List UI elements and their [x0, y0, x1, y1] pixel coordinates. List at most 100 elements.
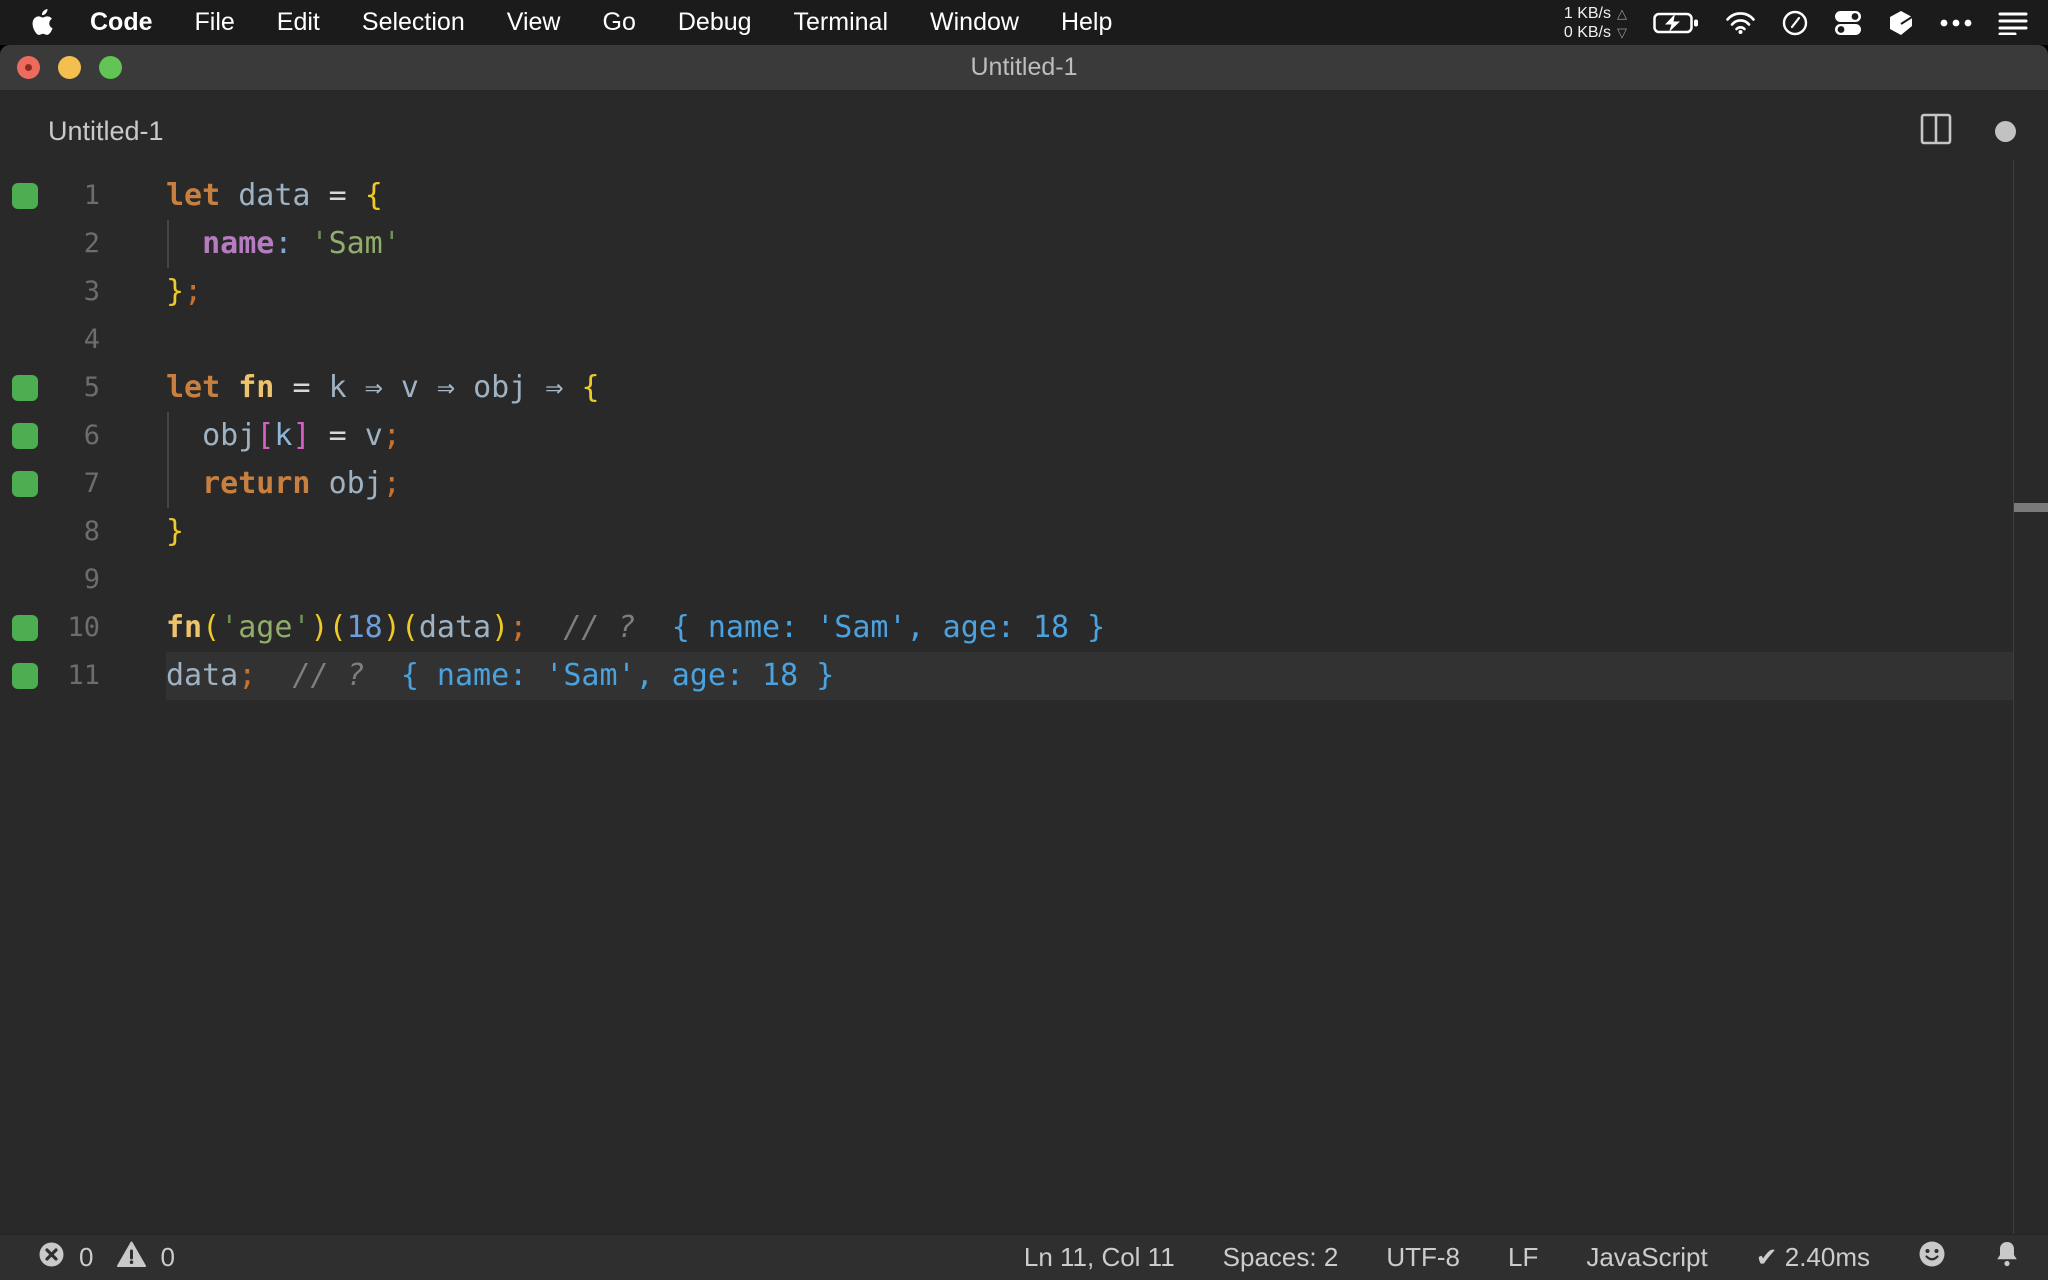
token: // ? [292, 658, 365, 693]
cube-icon[interactable] [1888, 10, 1914, 36]
network-down-label: 0 KB/s [1563, 23, 1611, 41]
battery-charging-icon[interactable] [1653, 11, 1699, 35]
token: { [364, 178, 383, 213]
code-text: } [166, 508, 184, 556]
indentation-setting[interactable]: Spaces: 2 [1223, 1242, 1339, 1273]
apple-icon[interactable] [30, 8, 56, 36]
code-line-1[interactable]: 1 let data = { [0, 172, 2048, 220]
window-title-bar[interactable]: Untitled-1 [0, 45, 2048, 90]
editor-window: Untitled-1 Untitled-1 1 let data = {2 nam… [0, 45, 2048, 1280]
token: } [166, 514, 185, 549]
wifi-icon[interactable] [1725, 11, 1756, 35]
encoding-setting[interactable]: UTF-8 [1386, 1242, 1460, 1273]
unsaved-changes-indicator[interactable] [1995, 120, 2016, 142]
menu-item-help[interactable]: Help [1061, 8, 1112, 37]
feedback-smiley-icon[interactable] [1918, 1240, 1946, 1275]
code-line-3[interactable]: 3}; [0, 268, 2048, 316]
editor-header-actions [1919, 112, 2048, 151]
token: ) [310, 610, 329, 645]
gutter-spacer [12, 231, 38, 257]
line-number: 7 [83, 468, 100, 499]
quokka-perf[interactable]: ✔ 2.40ms [1756, 1242, 1870, 1273]
code-line-2[interactable]: 2 name: 'Sam' [0, 220, 2048, 268]
code-line-6[interactable]: 6 obj[k] = v; [0, 412, 2048, 460]
code-lines: 1 let data = {2 name: 'Sam' 3}; 4 5 let fn = … [0, 172, 2048, 700]
warning-icon [117, 1241, 147, 1275]
code-line-8[interactable]: 8} [0, 508, 2048, 556]
list-icon[interactable] [1998, 11, 2028, 35]
tab-title[interactable]: Untitled-1 [48, 116, 164, 147]
language-mode[interactable]: JavaScript [1586, 1242, 1707, 1273]
line-number: 10 [67, 612, 100, 643]
token: } [166, 274, 185, 309]
code-text: }; [166, 268, 202, 316]
cursor-position[interactable]: Ln 11, Col 11 [1024, 1242, 1175, 1273]
token: obj [473, 370, 528, 405]
scrollbar-cursor-marker[interactable] [2014, 503, 2048, 512]
token: ; [238, 658, 257, 693]
token: { name: 'Sam', age: 18 } [671, 610, 1106, 645]
menu-item-go[interactable]: Go [603, 8, 636, 37]
code-line-4[interactable]: 4 [0, 316, 2048, 364]
quokka-coverage-marker [12, 471, 38, 497]
menu-item-debug[interactable]: Debug [678, 8, 752, 37]
token: { [581, 370, 600, 405]
menu-bar-status-icons: 1 KB/s △ 0 KB/s ▽ [1564, 4, 2048, 42]
code-line-7[interactable]: 7 return obj; [0, 460, 2048, 508]
token: = [328, 178, 347, 213]
control-center-icon[interactable] [1834, 10, 1862, 36]
gutter-spacer [12, 567, 38, 593]
code-text: let data = { [166, 172, 383, 220]
network-speed-indicator[interactable]: 1 KB/s △ 0 KB/s ▽ [1564, 4, 1627, 42]
code-line-10[interactable]: 10 fn('age')(18)(data); // ? { name: 'Sam… [0, 604, 2048, 652]
code-line-11[interactable]: 11 data; // ? { name: 'Sam', age: 18 } [0, 652, 2048, 700]
code-line-5[interactable]: 5 let fn = k ⇒ v ⇒ obj ⇒ { [0, 364, 2048, 412]
network-up-label: 1 KB/s [1563, 4, 1611, 22]
menu-item-window[interactable]: Window [930, 8, 1019, 37]
token: ' [292, 610, 311, 645]
code-text: name: 'Sam' [166, 220, 401, 268]
menu-item-selection[interactable]: Selection [362, 8, 465, 37]
minimize-button[interactable] [58, 56, 81, 79]
quokka-coverage-marker [12, 183, 38, 209]
notifications-bell-icon[interactable] [1994, 1240, 2020, 1275]
token: fn [166, 610, 203, 645]
token: ' [382, 226, 401, 261]
menu-item-file[interactable]: File [195, 8, 235, 37]
code-line-9[interactable]: 9 [0, 556, 2048, 604]
line-number: 6 [83, 420, 100, 451]
close-button[interactable] [17, 56, 40, 79]
split-editor-icon[interactable] [1919, 112, 1953, 151]
problems-indicator[interactable]: 0 0 [0, 1241, 185, 1275]
token: name [202, 226, 275, 261]
ellipsis-icon[interactable] [1940, 19, 1972, 27]
token: v [400, 370, 419, 405]
token: = [328, 418, 347, 453]
quokka-coverage-marker [12, 615, 38, 641]
menu-item-terminal[interactable]: Terminal [794, 8, 888, 37]
code-text: return obj; [166, 460, 401, 508]
zoom-button[interactable] [99, 56, 122, 79]
menu-item-app[interactable]: Code [90, 8, 153, 37]
eol-setting[interactable]: LF [1508, 1242, 1538, 1273]
token: data [238, 178, 311, 213]
line-number: 9 [83, 564, 100, 595]
menu-items: File Edit Selection View Go Debug Terminal Wind… [195, 8, 1155, 37]
clock-icon[interactable] [1782, 10, 1808, 36]
token: k [328, 370, 347, 405]
menu-item-view[interactable]: View [507, 8, 561, 37]
quokka-coverage-marker [12, 375, 38, 401]
code-text: fn('age')(18)(data); // ? { name: 'Sam',… [166, 604, 1105, 652]
editor-header: Untitled-1 [0, 90, 2048, 172]
token: Sam [328, 226, 383, 261]
menu-item-edit[interactable]: Edit [277, 8, 320, 37]
token: ) [382, 610, 401, 645]
